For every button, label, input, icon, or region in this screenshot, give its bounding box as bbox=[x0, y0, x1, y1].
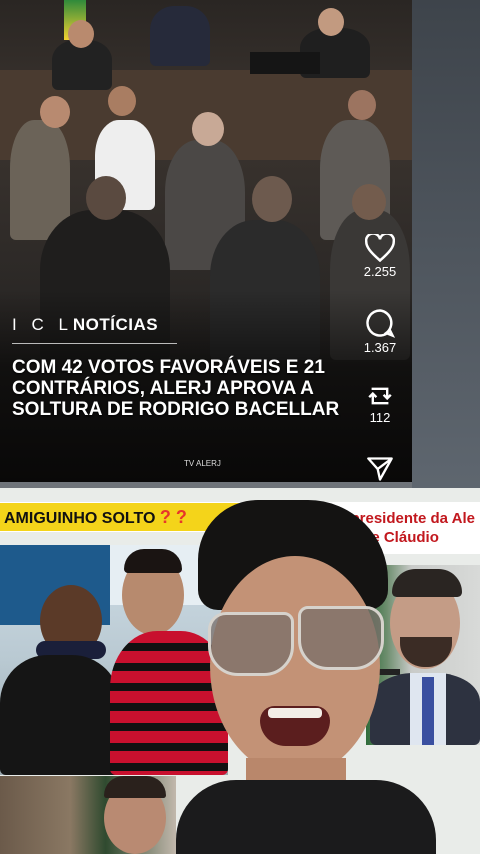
like-button[interactable]: 2.255 bbox=[356, 234, 404, 279]
like-count: 2.255 bbox=[363, 264, 397, 279]
person-head bbox=[348, 90, 376, 120]
teeth bbox=[268, 708, 322, 718]
person-head bbox=[40, 96, 70, 128]
repost-count: 112 bbox=[369, 410, 391, 425]
send-icon bbox=[367, 457, 393, 481]
sunglasses-left bbox=[208, 612, 294, 676]
comment-button[interactable]: 1.367 bbox=[356, 308, 404, 355]
photo-bottom-left bbox=[0, 776, 176, 854]
man-2-hair bbox=[124, 549, 182, 573]
presenter bbox=[176, 500, 436, 854]
video-credit: TV ALERJ bbox=[184, 459, 221, 468]
brand-name: NOTÍCIAS bbox=[72, 315, 159, 334]
repost-icon bbox=[368, 387, 392, 405]
person-head bbox=[86, 176, 126, 220]
brand-underline bbox=[12, 343, 177, 344]
person-head bbox=[352, 184, 386, 220]
person-head bbox=[68, 20, 94, 48]
person bbox=[150, 6, 210, 66]
person-head bbox=[192, 112, 224, 146]
comment-icon bbox=[366, 309, 395, 338]
right-gutter bbox=[412, 0, 480, 500]
monitor bbox=[250, 52, 320, 74]
bottom-man-hair bbox=[104, 776, 166, 798]
heart-icon bbox=[365, 234, 395, 262]
person-head bbox=[252, 176, 292, 222]
sunglasses-right bbox=[298, 606, 384, 670]
comment-count: 1.367 bbox=[363, 340, 397, 355]
person-head bbox=[318, 8, 344, 36]
brand-logo: I C L NOTÍCIAS bbox=[12, 314, 158, 336]
banner-text: AMIGUINHO SOLTO bbox=[4, 510, 156, 527]
brand-prefix: I C L bbox=[12, 315, 73, 334]
person-head bbox=[108, 86, 136, 116]
man-1-black-shirt bbox=[0, 655, 120, 775]
share-button[interactable] bbox=[356, 456, 404, 482]
presenter-shirt bbox=[176, 780, 436, 854]
repost-button[interactable]: 112 bbox=[356, 384, 404, 425]
post-headline: COM 42 VOTOS FAVORÁVEIS E 21 CONTRÁRIOS,… bbox=[12, 357, 340, 420]
amiguinho-banner: AMIGUINHO SOLTO ? ? bbox=[4, 504, 187, 530]
